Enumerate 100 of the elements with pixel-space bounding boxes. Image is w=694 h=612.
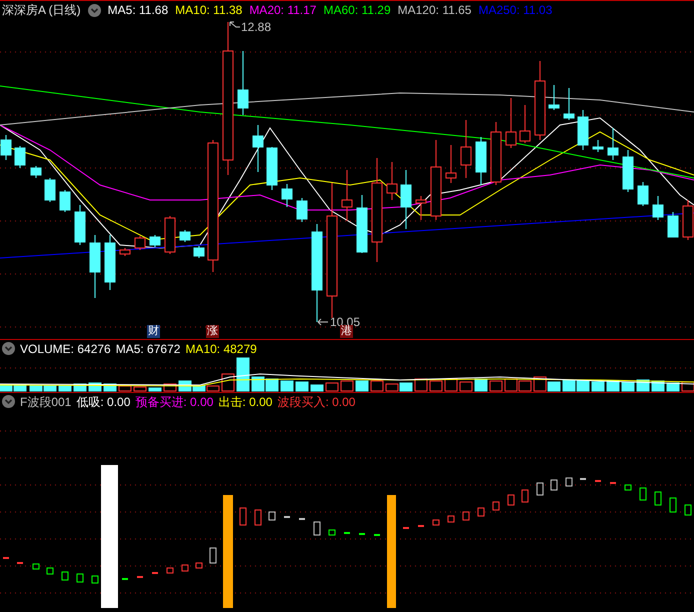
volume-bar: [562, 380, 576, 392]
indicator-bar: [210, 548, 216, 564]
indicator-bar: [684, 504, 692, 516]
volume-bar: [666, 382, 680, 392]
volume-bar: [326, 382, 338, 392]
candlestick: [668, 212, 678, 238]
indicator-dash: [17, 562, 23, 564]
volume-bar: [310, 384, 324, 392]
volume-bar: [592, 382, 604, 392]
candlestick: [30, 166, 42, 178]
price-label: 12.88: [241, 21, 272, 33]
candlestick: [476, 136, 486, 186]
arrow-icon: [317, 318, 329, 326]
indicator-bar: [536, 482, 544, 496]
stock-title: 深深房A (日线): [2, 4, 81, 16]
dropdown-icon[interactable]: [88, 4, 101, 16]
volume-bar: [58, 386, 72, 392]
volume-bar: [444, 378, 458, 392]
candlestick: [416, 196, 426, 220]
candlestick: [386, 162, 398, 200]
indicator-dash: [610, 482, 616, 484]
candlestick: [60, 190, 70, 212]
candlestick: [548, 84, 560, 110]
volume-bar: [236, 358, 250, 392]
volume-bar: [252, 376, 264, 392]
indicator-bar: [432, 520, 440, 526]
indicator-value: MA10: 11.38: [175, 4, 242, 16]
candlestick: [400, 170, 412, 230]
candlestick: [578, 110, 588, 150]
volume-bar: [356, 380, 368, 392]
volume-bar: [400, 382, 412, 392]
candlestick: [638, 182, 648, 206]
indicator-value: MA20: 11.17: [249, 4, 316, 16]
candlestick: [134, 236, 146, 250]
indicator-value: 波段买入: 0.00: [277, 396, 356, 408]
indicator-bar: [32, 564, 40, 570]
indicator-bar: [492, 502, 500, 510]
volume-bar: [430, 380, 442, 392]
candlestick: [446, 144, 456, 184]
indicator-dash: [152, 572, 158, 574]
candlestick: [74, 204, 86, 246]
candlestick: [622, 150, 634, 192]
indicator-bar: [550, 480, 558, 490]
candlestick: [506, 98, 516, 148]
candlestick: [180, 230, 190, 242]
dropdown-icon[interactable]: [2, 395, 15, 408]
indicator-bar: [314, 522, 320, 536]
indicator-dash: [403, 527, 409, 529]
candlestick: [592, 140, 604, 152]
indicator-value: MA120: 11.65: [398, 4, 472, 16]
candlestick: [0, 134, 12, 160]
volume-bar: [606, 380, 620, 392]
indicator-bar: [478, 508, 484, 516]
dropdown-icon[interactable]: [2, 342, 15, 355]
indicator-value: MA60: 11.29: [323, 4, 391, 16]
event-badge[interactable]: 涨: [206, 325, 219, 338]
indicator-value: MA5: 67672: [116, 342, 180, 354]
indicator-bar: [624, 484, 632, 490]
indicator-dash: [284, 516, 290, 518]
candlestick: [608, 128, 618, 160]
candlestick: [490, 122, 502, 186]
volume-bar: [504, 378, 518, 392]
indicator-dash: [122, 578, 128, 580]
volume-bar: [576, 380, 590, 392]
indicator-value: 出击: 0.00: [218, 396, 272, 408]
indicator-bar: [670, 498, 676, 512]
volume-bar: [518, 380, 532, 392]
volume-bar: [266, 378, 278, 392]
indicator-dash: [344, 532, 350, 534]
candlestick: [652, 196, 664, 220]
indicator-value: 低吸: 0.00: [76, 396, 130, 408]
volume-bar: [490, 380, 502, 392]
indicator-dash: [299, 518, 305, 520]
indicator-bar: [92, 576, 98, 584]
indicator-bar: [46, 568, 54, 574]
indicator-dash: [359, 533, 365, 535]
candlestick: [252, 124, 264, 172]
candlestick: [104, 234, 116, 290]
volume-bar: [280, 380, 294, 392]
indicator-bar: [196, 562, 202, 568]
volume-bar: [474, 378, 488, 392]
indicator-value: VOLUME: 64276: [20, 342, 111, 354]
volume-bar: [134, 386, 146, 392]
event-badge[interactable]: 财: [147, 325, 160, 338]
event-badge[interactable]: 港: [340, 325, 353, 338]
candlestick: [120, 248, 130, 256]
indicator-title: F波段001: [20, 396, 72, 408]
indicator-bar: [508, 494, 514, 506]
volume-bar: [148, 388, 162, 392]
candlestick: [150, 234, 160, 248]
indicator-bar: [254, 510, 262, 526]
indicator-value: 预备买进: 0.00: [135, 396, 214, 408]
candlestick: [520, 104, 530, 144]
candlestick: [90, 234, 100, 298]
indicator-bar: [240, 508, 246, 526]
indicator-bar: [640, 488, 646, 500]
indicator-value: MA250: 11.03: [478, 4, 552, 16]
indicator-dash: [418, 525, 424, 527]
volume-bar: [340, 380, 354, 392]
volume-bar: [370, 380, 384, 392]
